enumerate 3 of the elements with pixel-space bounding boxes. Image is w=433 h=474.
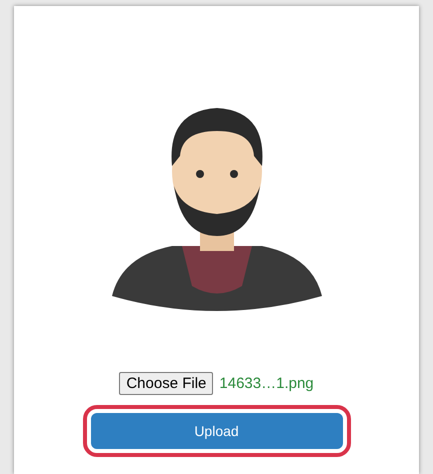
choose-file-button[interactable]: Choose File (119, 372, 214, 395)
upload-button[interactable]: Upload (90, 413, 342, 449)
file-name: 14633…1.png (219, 375, 314, 392)
